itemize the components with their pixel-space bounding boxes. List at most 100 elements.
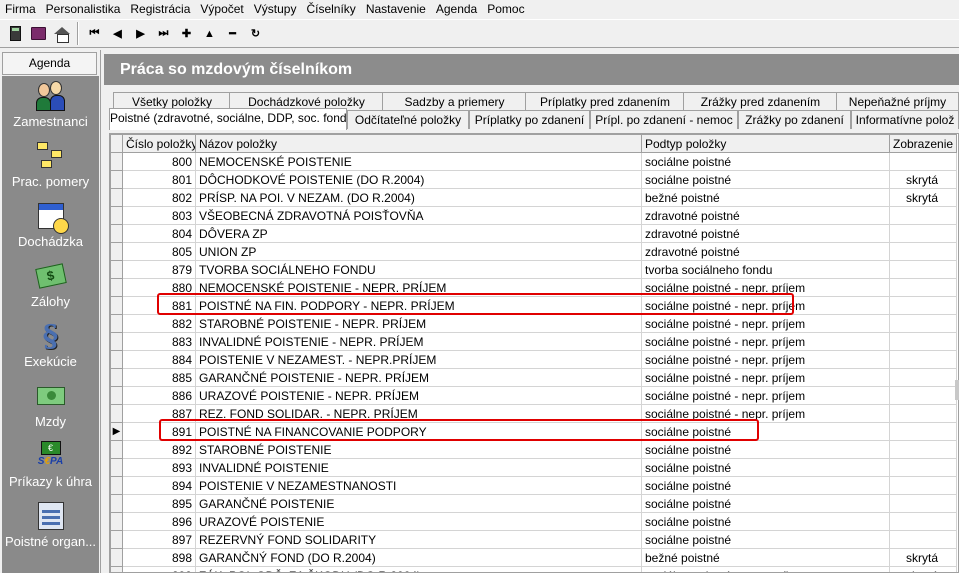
cell-nazov: ZÁK. POI. ODŠ. ZA ŠKODU (DO R.2004) bbox=[195, 566, 642, 572]
row-indicator bbox=[110, 296, 123, 315]
table-row[interactable]: 882 STAROBNÉ POISTENIE - NEPR. PRÍJEM soci… bbox=[110, 314, 957, 333]
agenda-item-zalohy[interactable]: Zálohy bbox=[2, 256, 99, 316]
cell-podtyp: bežné poistné bbox=[641, 548, 890, 567]
tab-nepenazne-prijmy[interactable]: Nepeňažné príjmy bbox=[836, 92, 959, 111]
table-row[interactable]: 880 NEMOCENSKÉ POISTENIE - NEPR. PRÍJEM so… bbox=[110, 278, 957, 297]
tab-priplatky-po-zdaneni[interactable]: Príplatky po zdanení bbox=[469, 110, 590, 129]
home-icon[interactable] bbox=[50, 22, 73, 45]
table-row[interactable]: 881 POISTNÉ NA FIN. PODPORY - NEPR. PRÍJE… bbox=[110, 296, 957, 315]
column-header-nazov[interactable]: Názov položky bbox=[195, 134, 642, 153]
row-indicator bbox=[110, 566, 123, 572]
first-record-button[interactable]: ⏮ bbox=[83, 22, 106, 45]
row-indicator bbox=[110, 206, 123, 225]
calculator-icon[interactable] bbox=[4, 22, 27, 45]
table-row[interactable]: 879 TVORBA SOCIÁLNEHO FONDU tvorba sociáln… bbox=[110, 260, 957, 279]
cell-nazov: STAROBNÉ POISTENIE bbox=[195, 440, 642, 459]
cell-podtyp: zdravotné poistné bbox=[641, 224, 890, 243]
agenda-item-dochadzka[interactable]: Dochádzka bbox=[2, 196, 99, 256]
cell-nazov: GARANČNÉ POISTENIE bbox=[195, 494, 642, 513]
add-record-button[interactable]: ✚ bbox=[175, 22, 198, 45]
cell-nazov: POISTENIE V NEZAMESTNANOSTI bbox=[195, 476, 642, 495]
table-row[interactable]: 800 NEMOCENSKÉ POISTENIE sociálne poistné bbox=[110, 152, 957, 171]
menu-item[interactable]: Agenda bbox=[431, 0, 482, 19]
cell-zobrazenie: skrytá bbox=[889, 170, 957, 189]
row-indicator bbox=[110, 278, 123, 297]
cell-zobrazenie bbox=[889, 314, 957, 333]
previous-record-button[interactable]: ◀ bbox=[106, 22, 129, 45]
menu-item[interactable]: Firma bbox=[0, 0, 41, 19]
agenda-item-prac-pomery[interactable]: Prac. pomery bbox=[2, 136, 99, 196]
sepa-payment-icon: € S€PA bbox=[37, 441, 64, 467]
agenda-item-zamestnanci[interactable]: Zamestnanci bbox=[2, 76, 99, 136]
table-row[interactable]: 805 UNION ZP zdravotné poistné bbox=[110, 242, 957, 261]
cell-cislo: 887 bbox=[122, 404, 196, 423]
agenda-item-label: Mzdy bbox=[34, 414, 67, 429]
tab-zrazky-pred-zdanenim[interactable]: Zrážky pred zdanením bbox=[683, 92, 838, 111]
table-row[interactable]: ▶ 891 POISTNÉ NA FINANCOVANIE PODPORY sociá… bbox=[110, 422, 957, 441]
cell-nazov: NEMOCENSKÉ POISTENIE - NEPR. PRÍJEM bbox=[195, 278, 642, 297]
cell-zobrazenie bbox=[889, 512, 957, 531]
vertical-scrollbar[interactable] bbox=[955, 380, 959, 400]
employees-icon bbox=[35, 80, 67, 112]
agenda-item-prikazy-k-uhrade[interactable]: € S€PA Príkazy k úhra bbox=[2, 436, 99, 496]
next-record-button[interactable]: ▶ bbox=[129, 22, 152, 45]
menu-item[interactable]: Personalistika bbox=[41, 0, 126, 19]
cell-podtyp: bežné poistné bbox=[641, 188, 890, 207]
table-row[interactable]: 899ZÁK. POI. ODŠ. ZA ŠKODU (DO R.2004)so… bbox=[110, 566, 957, 572]
table-row[interactable]: 886 URAZOVÉ POISTENIE - NEPR. PRÍJEM sociá… bbox=[110, 386, 957, 405]
menu-item[interactable]: Registrácia bbox=[125, 0, 195, 19]
cell-zobrazenie bbox=[889, 332, 957, 351]
cell-podtyp: zdravotné poistné bbox=[641, 206, 890, 225]
tab-sadzby-a-priemery[interactable]: Sadzby a priemery bbox=[382, 92, 527, 111]
menu-item[interactable]: Nastavenie bbox=[361, 0, 431, 19]
menu-item[interactable]: Výpočet bbox=[195, 0, 248, 19]
agenda-item-label: Dochádzka bbox=[17, 234, 84, 249]
row-indicator bbox=[110, 386, 123, 405]
table-row[interactable]: 893 INVALIDNÉ POISTENIE sociálne poistné bbox=[110, 458, 957, 477]
table-row[interactable]: 884 POISTENIE V NEZAMEST. - NEPR.PRÍJEM so… bbox=[110, 350, 957, 369]
column-header-podtyp[interactable]: Podtyp položky bbox=[641, 134, 890, 153]
delete-record-button[interactable]: ━ bbox=[221, 22, 244, 45]
tab-informativne-polozky[interactable]: Informatívne polož bbox=[851, 110, 959, 129]
menu-item[interactable]: Pomoc bbox=[482, 0, 529, 19]
cell-cislo: 802 bbox=[122, 188, 196, 207]
book-icon[interactable] bbox=[27, 22, 50, 45]
table-row[interactable]: 895 GARANČNÉ POISTENIE sociálne poistné bbox=[110, 494, 957, 513]
table-row[interactable]: 894 POISTENIE V NEZAMESTNANOSTI sociálne p… bbox=[110, 476, 957, 495]
tab-priplatky-pred-zdanenim[interactable]: Príplatky pred zdanením bbox=[525, 92, 685, 111]
cell-cislo: 899 bbox=[122, 566, 196, 572]
cell-zobrazenie bbox=[889, 440, 957, 459]
menu-item[interactable]: Číselníky bbox=[301, 0, 360, 19]
table-row[interactable]: 887 REZ. FOND SOLIDAR. - NEPR. PRÍJEM soci… bbox=[110, 404, 957, 423]
cell-cislo: 892 bbox=[122, 440, 196, 459]
last-record-button[interactable]: ⏭ bbox=[152, 22, 175, 45]
items-grid[interactable]: Číslo položky Názov položky Podtyp polož… bbox=[109, 133, 959, 573]
tab-odcitatelne-polozky[interactable]: Odčítateľné položky bbox=[347, 110, 469, 129]
agenda-item-poistne-organizacie[interactable]: Poistné organ... bbox=[2, 496, 99, 556]
table-row[interactable]: 892 STAROBNÉ POISTENIE sociálne poistné bbox=[110, 440, 957, 459]
tab-zrazky-po-zdaneni[interactable]: Zrážky po zdanení bbox=[738, 110, 851, 129]
table-row[interactable]: 896 URAZOVÉ POISTENIE sociálne poistné bbox=[110, 512, 957, 531]
table-row[interactable]: 803 VŠEOBECNÁ ZDRAVOTNÁ POISŤOVŇA zdravotn… bbox=[110, 206, 957, 225]
table-row[interactable]: 897 REZERVNÝ FOND SOLIDARITY sociálne pois… bbox=[110, 530, 957, 549]
table-row[interactable]: 802 PRÍSP. NA POI. V NEZAM. (DO R.2004) be… bbox=[110, 188, 957, 207]
refresh-button[interactable]: ↻ bbox=[244, 22, 267, 45]
menu-item[interactable]: Výstupy bbox=[249, 0, 302, 19]
cell-zobrazenie bbox=[889, 368, 957, 387]
cell-nazov: POISTNÉ NA FIN. PODPORY - NEPR. PRÍJEM bbox=[195, 296, 642, 315]
row-indicator bbox=[110, 332, 123, 351]
column-header-cislo[interactable]: Číslo položky bbox=[122, 134, 196, 153]
tab-poistne[interactable]: Poistné (zdravotné, sociálne, DDP, soc. … bbox=[109, 108, 347, 130]
agenda-item-mzdy[interactable]: Mzdy bbox=[2, 376, 99, 436]
table-row[interactable]: 804 DÔVERA ZP zdravotné poistné bbox=[110, 224, 957, 243]
table-row[interactable]: 885 GARANČNÉ POISTENIE - NEPR. PRÍJEM soci… bbox=[110, 368, 957, 387]
table-row[interactable]: 801 DÔCHODKOVÉ POISTENIE (DO R.2004) sociá… bbox=[110, 170, 957, 189]
table-row[interactable]: 883 INVALIDNÉ POISTENIE - NEPR. PRÍJEM soc… bbox=[110, 332, 957, 351]
agenda-item-label: Exekúcie bbox=[24, 354, 77, 369]
table-row[interactable]: 898 GARANČNÝ FOND (DO R.2004) bežné poistn… bbox=[110, 548, 957, 567]
agenda-item-exekucie[interactable]: § Exekúcie bbox=[2, 316, 99, 376]
tab-pripl-po-zdaneni-nemoc[interactable]: Prípl. po zdanení - nemoc bbox=[590, 110, 738, 129]
cell-zobrazenie bbox=[889, 386, 957, 405]
edit-record-button[interactable]: ▲ bbox=[198, 22, 221, 45]
column-header-zobrazenie[interactable]: Zobrazenie bbox=[889, 134, 957, 153]
